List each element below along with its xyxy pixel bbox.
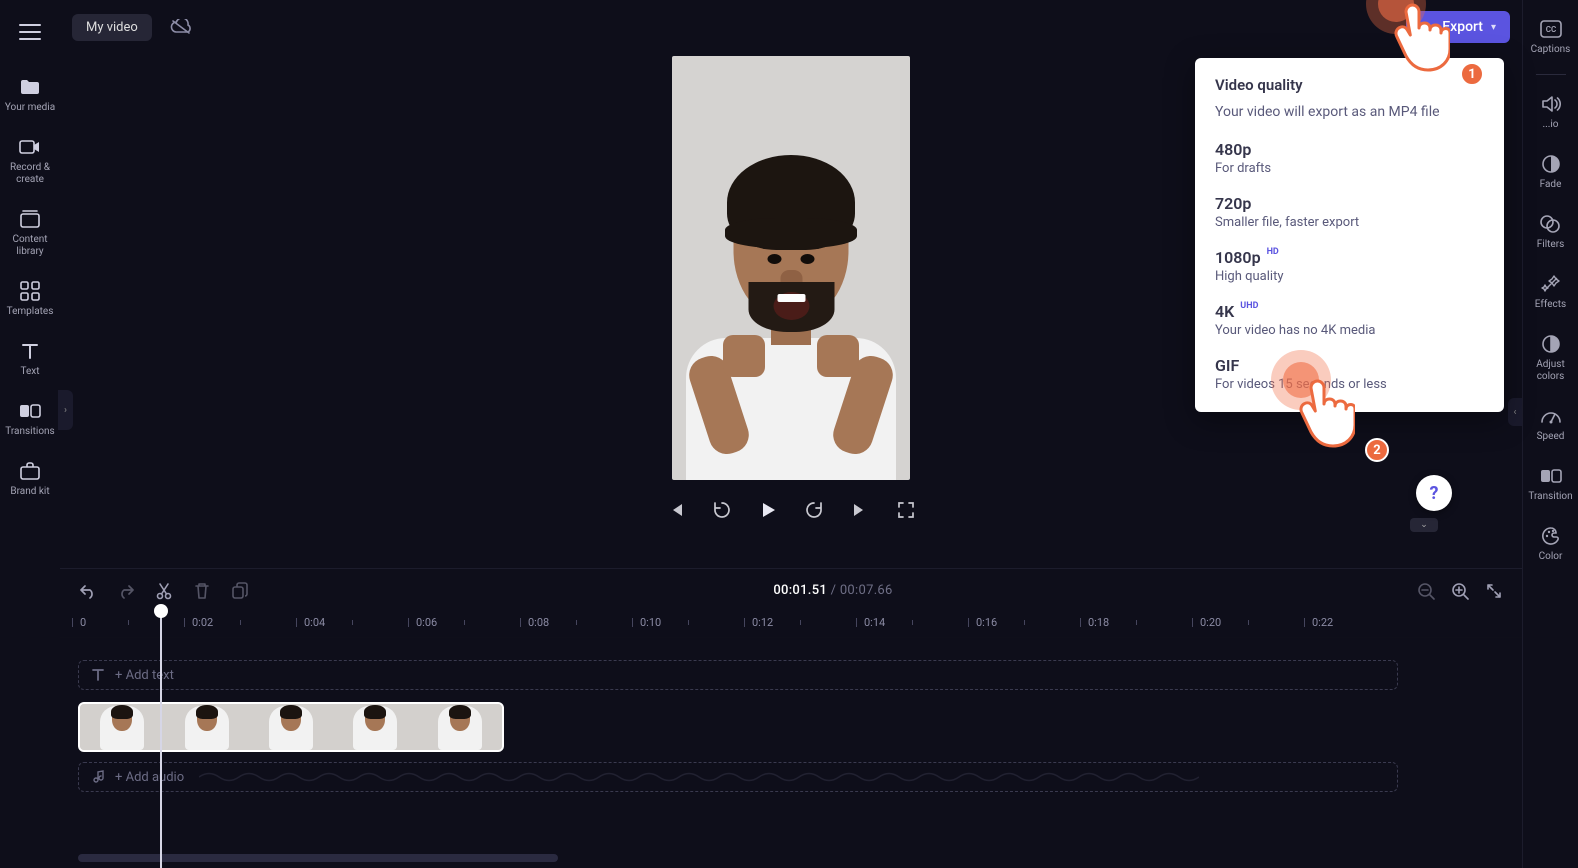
timeline-ruler[interactable]: 0 0:02 0:04 0:06 0:08 0:10 0:12 0:14 0:1… [60,612,1522,638]
current-time: 00:01.51 [773,583,827,598]
filters-icon [1539,213,1561,235]
captions-icon: CC [1540,18,1562,40]
play-button[interactable] [756,498,780,522]
sidebar-item-templates[interactable]: Templates [5,274,56,324]
text-track-label: + Add text [115,668,174,683]
export-option-4k[interactable]: 4KUHD Your video has no 4K media [1215,294,1484,348]
export-option-480p[interactable]: 480p For drafts [1215,132,1484,186]
sidebar-item-fade[interactable]: Fade [1538,145,1564,199]
main-area: My video Export ▾ [60,0,1522,868]
help-button[interactable]: ? [1416,475,1452,511]
sidebar-item-your-media[interactable]: Your media [3,70,57,120]
sidebar-item-record-create[interactable]: Record & create [0,130,60,192]
chevron-down-icon: ▾ [1491,22,1496,33]
hamburger-menu[interactable] [14,16,46,48]
export-option-1080p[interactable]: 1080pHD High quality [1215,240,1484,294]
time-sep: / [827,583,840,598]
forward-button[interactable] [802,498,826,522]
sidebar-item-brand-kit[interactable]: Brand kit [8,454,51,504]
brand-kit-icon [19,460,41,482]
undo-button[interactable] [78,581,98,601]
sidebar-item-filters[interactable]: Filters [1535,205,1567,259]
transition-icon [1540,465,1562,487]
record-icon [19,136,41,158]
audio-icon [1540,93,1562,115]
video-title[interactable]: My video [72,14,152,41]
collapse-panel-chevron[interactable]: ⌄ [1410,518,1438,532]
sidebar-label: Text [20,366,39,378]
zoom-in-button[interactable] [1450,581,1470,601]
timeline-horizontal-scrollbar[interactable] [78,854,1422,862]
sidebar-item-transition[interactable]: Transition [1526,457,1574,511]
templates-icon [19,280,41,302]
redo-button[interactable] [116,581,136,601]
audio-track-placeholder[interactable]: + Add audio [78,762,1398,792]
duplicate-button[interactable] [230,581,250,601]
sidebar-item-adjust-colors[interactable]: Adjust colors [1523,325,1578,391]
sidebar-label: Your media [5,102,55,114]
library-icon [19,208,41,230]
timeline-tracks: + Add text + Add audio [60,638,1522,868]
sidebar-item-effects[interactable]: Effects [1533,265,1568,319]
collapse-right-panel[interactable]: ‹ [1508,398,1522,426]
svg-text:CC: CC [1545,25,1555,34]
delete-button[interactable] [192,581,212,601]
text-track-placeholder[interactable]: + Add text [78,660,1398,690]
sidebar-item-text[interactable]: Text [17,334,43,384]
left-sidebar: Your media Record & create Content libra… [0,0,60,868]
export-option-gif[interactable]: GIF For videos 15 seconds or less [1215,348,1484,402]
zoom-out-button[interactable] [1416,581,1436,601]
adjust-colors-icon [1540,333,1562,355]
timeline-toolbar: 00:01.51 / 00:07.66 [60,568,1522,612]
sidebar-label: Record & create [2,162,58,186]
sidebar-item-audio[interactable]: ...io [1538,85,1564,139]
fullscreen-button[interactable] [894,498,918,522]
export-panel-subheading: Your video will export as an MP4 file [1215,104,1484,120]
total-time: 00:07.66 [840,583,893,598]
color-icon [1540,525,1562,547]
text-icon [19,340,41,362]
timecode-display: 00:01.51 / 00:07.66 [773,583,892,598]
sidebar-item-transitions[interactable]: Transitions [3,394,56,444]
split-button[interactable] [154,581,174,601]
playback-controls [664,498,918,522]
sidebar-item-content-library[interactable]: Content library [0,202,60,264]
skip-back-button[interactable] [664,498,688,522]
video-clip[interactable] [78,702,504,752]
sidebar-label: Templates [7,306,54,318]
export-quality-panel: Video quality Your video will export as … [1195,58,1504,412]
fade-icon [1540,153,1562,175]
sidebar-item-color[interactable]: Color [1537,517,1565,571]
sidebar-item-speed[interactable]: Speed [1535,397,1567,451]
transitions-icon [19,400,41,422]
export-option-720p[interactable]: 720p Smaller file, faster export [1215,186,1484,240]
sidebar-label: Transitions [5,426,54,438]
audio-track-label: + Add audio [115,770,184,785]
speed-icon [1540,405,1562,427]
music-note-icon [91,770,105,784]
export-button[interactable]: Export ▾ [1406,11,1510,43]
sidebar-item-captions[interactable]: CC Captions [1529,10,1573,64]
media-icon [19,76,41,98]
skip-forward-button[interactable] [848,498,872,522]
fit-timeline-button[interactable] [1484,581,1504,601]
playhead[interactable] [160,608,162,868]
sidebar-label: Brand kit [10,486,49,498]
video-preview[interactable] [672,56,910,480]
text-icon [91,668,105,682]
effects-icon [1540,273,1562,295]
right-sidebar: CC Captions ...io Fade Filters Effects A… [1522,0,1578,868]
cloud-sync-icon [170,19,192,35]
upload-icon [1420,20,1434,34]
rewind-button[interactable] [710,498,734,522]
sidebar-label: Content library [2,234,58,258]
waveform-icon [199,770,1199,784]
export-panel-heading: Video quality [1215,76,1484,94]
top-bar: My video Export ▾ [60,0,1522,54]
export-label: Export [1442,19,1483,35]
